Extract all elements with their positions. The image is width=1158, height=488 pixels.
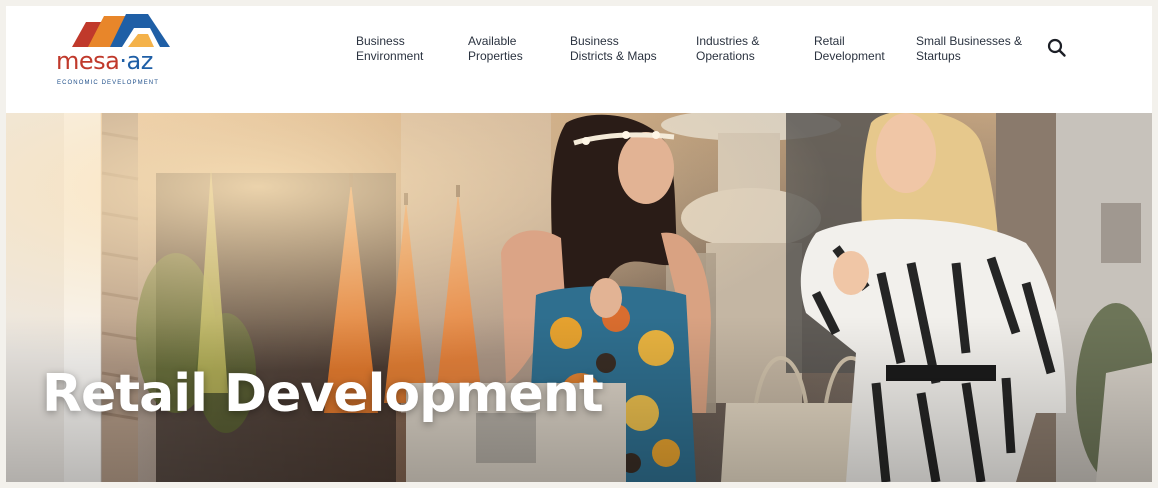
- main-nav: Business Environment Available Propertie…: [6, 34, 1152, 74]
- nav-item-label: Districts & Maps: [570, 49, 657, 63]
- site-header: mesa·az ECONOMIC DEVELOPMENT Business En…: [6, 6, 1152, 113]
- nav-item-label: Small Businesses &: [916, 34, 1023, 48]
- page-title: Retail Development: [42, 364, 604, 424]
- nav-item-business-districts[interactable]: Business Districts & Maps: [570, 34, 657, 64]
- nav-item-available-properties[interactable]: Available Properties: [468, 34, 523, 64]
- nav-item-retail-development[interactable]: Retail Development: [814, 34, 885, 64]
- nav-item-label: Available: [468, 34, 517, 48]
- logo-tagline: ECONOMIC DEVELOPMENT: [57, 80, 160, 86]
- nav-item-small-businesses[interactable]: Small Businesses & Startups: [916, 34, 1022, 64]
- search-button[interactable]: [1046, 37, 1068, 59]
- search-icon: [1047, 38, 1066, 57]
- nav-item-label: Retail: [814, 34, 845, 48]
- hero-photo: [6, 113, 1152, 482]
- nav-item-label: Business: [570, 34, 619, 48]
- nav-item-business-environment[interactable]: Business Environment: [356, 34, 423, 64]
- nav-item-industries-operations[interactable]: Industries & Operations: [696, 34, 759, 64]
- hero-banner: Retail Development: [6, 113, 1152, 482]
- nav-item-label: Environment: [356, 49, 424, 63]
- nav-item-label: Startups: [916, 49, 961, 63]
- nav-item-label: Operations: [696, 49, 755, 63]
- page-frame: mesa·az ECONOMIC DEVELOPMENT Business En…: [6, 6, 1152, 482]
- nav-item-label: Development: [814, 49, 885, 63]
- nav-item-label: Industries &: [696, 34, 760, 48]
- nav-item-label: Business: [356, 34, 405, 48]
- nav-item-label: Properties: [468, 49, 523, 63]
